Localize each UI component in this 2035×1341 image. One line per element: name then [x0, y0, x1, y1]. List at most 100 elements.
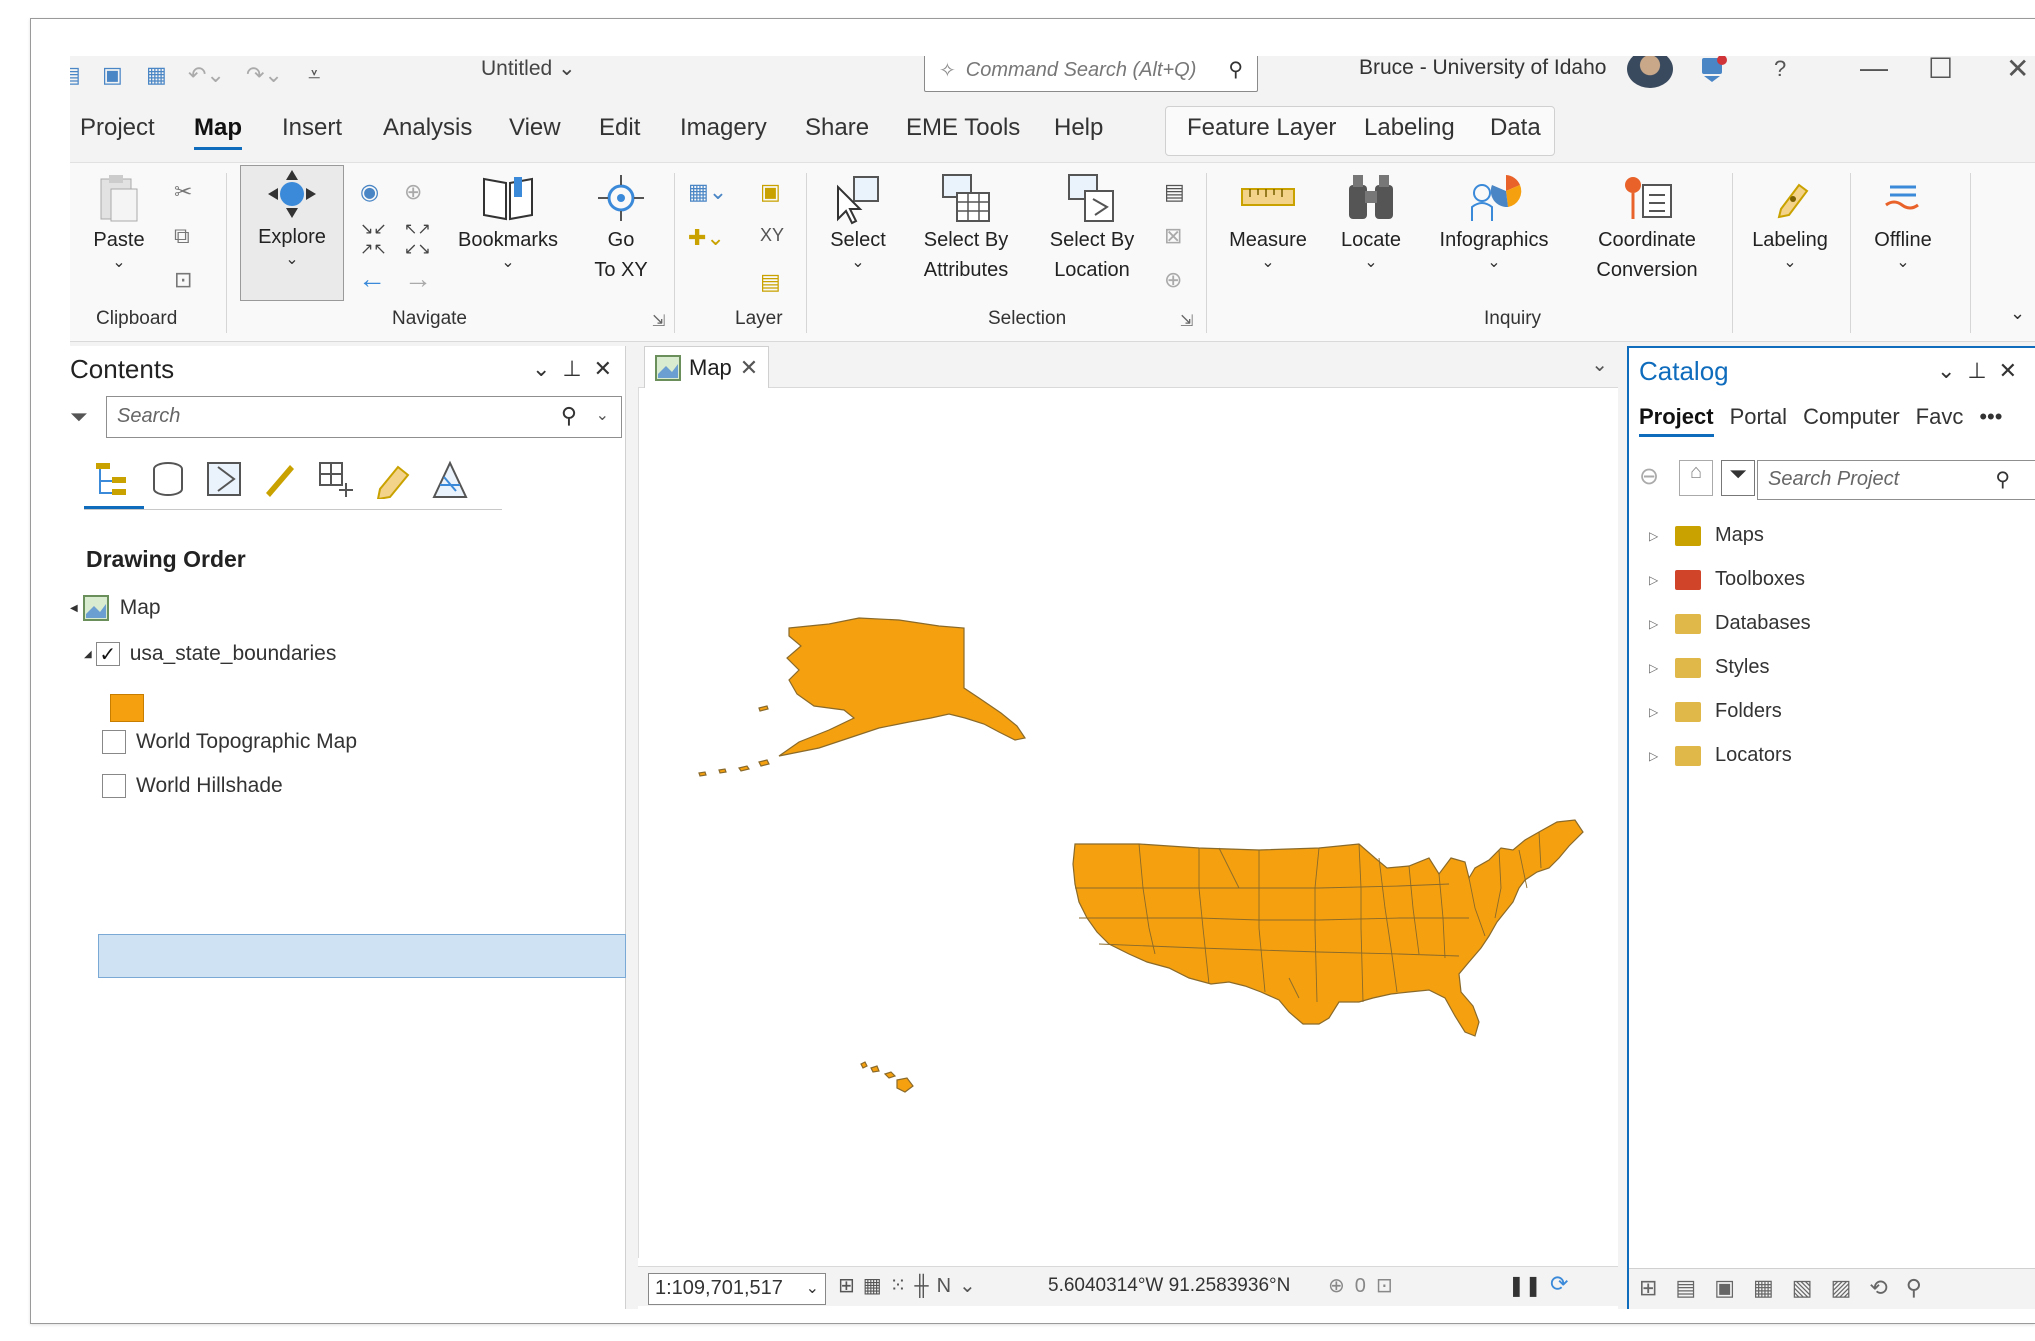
avatar[interactable] [1627, 56, 1673, 88]
tab-share[interactable]: Share [805, 114, 869, 142]
copy-icon[interactable]: ⧉ [174, 223, 190, 249]
expand-arrow-icon[interactable]: ▷ [1649, 661, 1675, 675]
close-icon[interactable]: ✕ [2006, 56, 2029, 85]
redo-icon[interactable]: ↷⌄ [246, 62, 283, 88]
fixed-zoom-in-icon[interactable]: ↘↙ ↗↖ [360, 219, 387, 259]
help-icon[interactable]: ? [1774, 56, 1786, 82]
charts-icon[interactable] [428, 459, 472, 499]
xy-data-icon[interactable]: XY [760, 225, 784, 246]
maximize-icon[interactable]: ☐ [1928, 56, 1953, 85]
tab-edit[interactable]: Edit [599, 114, 640, 142]
select-by-location-button[interactable]: Select By Location [1036, 171, 1148, 285]
chevron-down-icon[interactable]: ⌄ [1591, 352, 1608, 377]
locate-button[interactable]: Locate ⌄ [1328, 171, 1414, 271]
catalog-pane-controls[interactable]: ⌄⊥✕ [1937, 358, 2029, 384]
tab-labeling[interactable]: Labeling [1364, 114, 1455, 142]
expand-arrow-icon[interactable]: ▷ [1649, 749, 1675, 763]
tab-help[interactable]: Help [1054, 114, 1103, 142]
map-view-tab[interactable]: Map ✕ [644, 346, 770, 388]
labeling-button[interactable]: Labeling ⌄ [1742, 171, 1838, 271]
cut-icon[interactable]: ✂ [174, 179, 192, 205]
tab-catalog-favorites[interactable]: Favc [1916, 404, 1964, 437]
layer-visibility-checkbox[interactable] [102, 730, 126, 754]
data-source-icon[interactable] [148, 459, 188, 499]
new-project-icon[interactable]: ▤ [70, 62, 81, 88]
explore-button[interactable]: Explore ⌄ [240, 165, 344, 301]
full-extent-icon[interactable]: ◉ [360, 179, 379, 205]
expand-arrow-icon[interactable]: ▷ [1649, 573, 1675, 587]
forward-icon[interactable]: → [404, 263, 432, 295]
catalog-item-toolboxes[interactable]: ▷ Toolboxes [1649, 568, 1805, 591]
basemap-icon[interactable]: ▦⌄ [688, 179, 727, 205]
layer-symbol-swatch[interactable] [110, 694, 144, 722]
fixed-zoom-out-icon[interactable]: ↖↗ ↙↘ [404, 219, 431, 259]
attributes-icon[interactable]: ▤ [1164, 179, 1185, 205]
more-tabs-icon[interactable]: ••• [1979, 404, 2002, 437]
catalog-item-locators[interactable]: ▷ Locators [1649, 744, 1792, 767]
add-data-icon[interactable]: ✚⌄ [688, 225, 725, 251]
refresh-icon[interactable]: ⟳ [1550, 1271, 1568, 1297]
layer-row[interactable]: ◢ ✓ usa_state_boundaries [84, 642, 336, 666]
drawing-order-icon[interactable] [92, 459, 132, 499]
snapping-icon[interactable] [316, 459, 356, 499]
tree-map-item[interactable]: ◀ Map [70, 594, 161, 622]
pane-switcher-icons[interactable]: ⊞▤▣▦▧▨⟲⚲ [1639, 1275, 1940, 1301]
infographics-button[interactable]: Infographics ⌄ [1424, 171, 1564, 271]
coordinate-conversion-button[interactable]: Coordinate Conversion [1580, 171, 1714, 285]
contents-pane-controls[interactable]: ⌄⊥✕ [532, 356, 624, 382]
scale-dropdown[interactable]: 1:109,701,517 ⌄ [648, 1273, 826, 1305]
add-preset-icon[interactable]: ▣ [760, 179, 781, 205]
expand-arrow-icon[interactable]: ▷ [1649, 617, 1675, 631]
tab-analysis[interactable]: Analysis [383, 114, 472, 142]
select-button[interactable]: Select ⌄ [818, 171, 898, 271]
clear-selection-icon[interactable]: ⊠ [1164, 223, 1182, 249]
catalog-item-maps[interactable]: ▷ Maps [1649, 524, 1764, 547]
catalog-search-input[interactable]: Search Project ⚲ [1757, 460, 2035, 500]
tab-map[interactable]: Map [194, 114, 242, 150]
offline-button[interactable]: Offline ⌄ [1860, 171, 1946, 271]
pause-icon[interactable]: ❚❚ [1508, 1273, 1542, 1298]
tab-catalog-portal[interactable]: Portal [1730, 404, 1787, 437]
contents-search-input[interactable]: Search ⚲ ⌄ [106, 396, 622, 438]
customize-toolbar-icon[interactable]: ⩡ [308, 62, 320, 88]
catalog-item-styles[interactable]: ▷ Styles [1649, 656, 1769, 679]
tab-imagery[interactable]: Imagery [680, 114, 767, 142]
tab-catalog-computer[interactable]: Computer [1803, 404, 1900, 437]
expand-arrow-icon[interactable]: ◀ [70, 603, 78, 614]
paste-button[interactable]: Paste ⌄ [84, 171, 154, 271]
add-graphics-layer-icon[interactable]: ▤ [760, 269, 781, 295]
catalog-item-databases[interactable]: ▷ Databases [1649, 612, 1811, 635]
minimize-icon[interactable]: — [1860, 56, 1888, 84]
tab-project[interactable]: Project [80, 114, 155, 142]
layer-row[interactable]: World Topographic Map [102, 730, 357, 754]
close-tab-icon[interactable]: ✕ [740, 355, 758, 381]
zoom-to-selection-icon[interactable]: ⊕ [1164, 267, 1182, 293]
copy-path-icon[interactable]: ⊡ [174, 267, 192, 293]
filter-icon[interactable]: ⏷ [70, 404, 88, 430]
status-tool-icons[interactable]: ⊞▦⁙╫N⌄ [838, 1273, 984, 1298]
selection-count-icons[interactable]: ⊕0⊡ [1328, 1273, 1403, 1298]
tab-data[interactable]: Data [1490, 114, 1541, 142]
expand-arrow-icon[interactable]: ◢ [84, 649, 92, 660]
save-icon[interactable]: ▦ [146, 62, 167, 88]
notification-icon[interactable] [1698, 56, 1728, 84]
selection-launcher-icon[interactable]: ⇲ [1180, 311, 1193, 331]
document-title[interactable]: Untitled ⌄ [481, 56, 576, 81]
select-by-attributes-button[interactable]: Select By Attributes [908, 171, 1024, 285]
tab-insert[interactable]: Insert [282, 114, 342, 142]
tab-catalog-project[interactable]: Project [1639, 404, 1714, 437]
tab-eme-tools[interactable]: EME Tools [906, 114, 1020, 142]
command-search-input[interactable]: ✧ Command Search (Alt+Q) ⚲ [924, 56, 1258, 92]
editing-icon[interactable] [260, 459, 300, 499]
tab-feature-layer[interactable]: Feature Layer [1187, 114, 1336, 142]
selection-list-icon[interactable] [204, 459, 244, 499]
previous-extent-icon[interactable]: ⊕ [404, 179, 422, 205]
undo-icon[interactable]: ↶⌄ [188, 62, 225, 88]
layer-row[interactable]: World Hillshade [102, 774, 283, 798]
map-canvas[interactable] [638, 388, 1618, 1258]
measure-button[interactable]: Measure ⌄ [1218, 171, 1318, 271]
expand-arrow-icon[interactable]: ▷ [1649, 529, 1675, 543]
tab-view[interactable]: View [509, 114, 561, 142]
ribbon-collapse-icon[interactable]: ⌄ [2010, 303, 2025, 324]
chevron-down-icon[interactable]: ⌄ [596, 405, 609, 425]
